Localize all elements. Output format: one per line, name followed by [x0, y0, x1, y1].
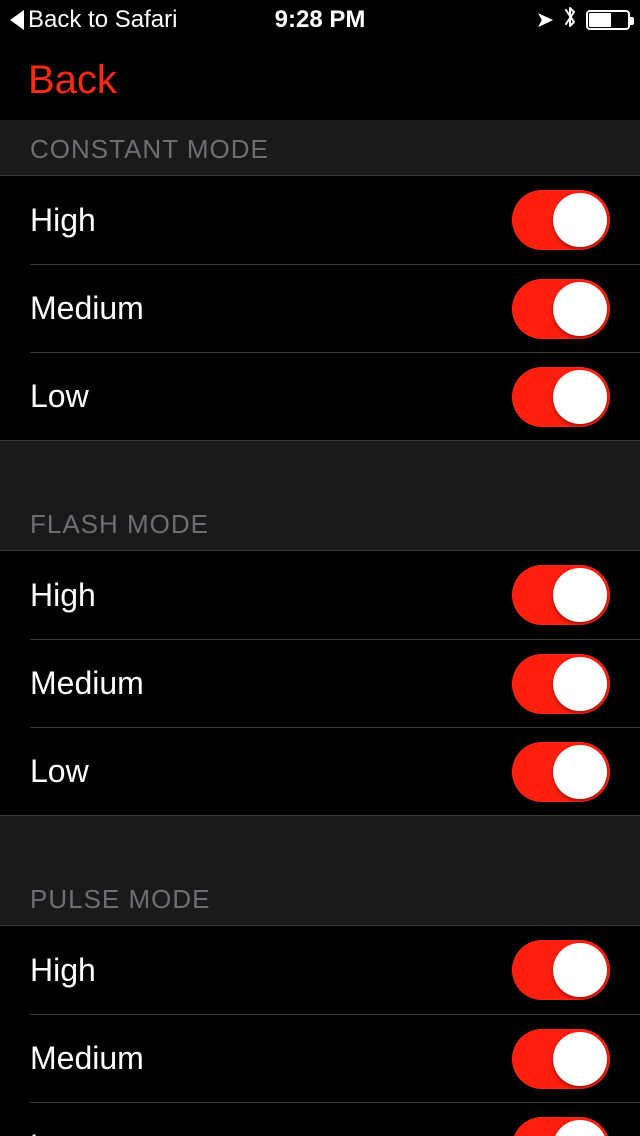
row-label: Medium [30, 290, 144, 327]
row-label: High [30, 952, 96, 989]
section-title: FLASH MODE [30, 509, 209, 539]
row-constant-high[interactable]: High [0, 176, 640, 264]
bluetooth-icon [562, 4, 578, 37]
toggle-knob [553, 943, 607, 997]
toggle-switch[interactable] [512, 1029, 610, 1089]
section-title: PULSE MODE [30, 884, 211, 914]
section-header-flash-mode: FLASH MODE [0, 441, 640, 551]
back-button[interactable]: Back [28, 58, 117, 103]
battery-icon [586, 10, 630, 30]
row-constant-low[interactable]: Low [30, 352, 640, 440]
row-pulse-medium[interactable]: Medium [30, 1014, 640, 1102]
location-icon: ➤ [536, 7, 554, 33]
row-flash-medium[interactable]: Medium [30, 639, 640, 727]
row-pulse-low[interactable]: Low [30, 1102, 640, 1136]
toggle-switch[interactable] [512, 190, 610, 250]
toggle-knob [553, 568, 607, 622]
section-rows-constant-mode: High Medium Low [0, 176, 640, 441]
section-rows-pulse-mode: High Medium Low [0, 926, 640, 1136]
toggle-knob [553, 282, 607, 336]
row-constant-medium[interactable]: Medium [30, 264, 640, 352]
toggle-switch[interactable] [512, 565, 610, 625]
back-button-label: Back [28, 58, 117, 102]
section-rows-flash-mode: High Medium Low [0, 551, 640, 816]
toggle-switch[interactable] [512, 742, 610, 802]
toggle-switch[interactable] [512, 279, 610, 339]
toggle-knob [553, 657, 607, 711]
row-flash-high[interactable]: High [0, 551, 640, 639]
row-label: High [30, 202, 96, 239]
row-label: Medium [30, 1040, 144, 1077]
row-label: High [30, 577, 96, 614]
toggle-knob [553, 745, 607, 799]
row-label: Low [30, 753, 89, 790]
row-label: Low [30, 1128, 89, 1136]
status-right: ➤ [536, 4, 630, 37]
toggle-knob [553, 370, 607, 424]
toggle-switch[interactable] [512, 1117, 610, 1136]
status-bar: Back to Safari 9:28 PM ➤ [0, 0, 640, 40]
toggle-switch[interactable] [512, 367, 610, 427]
toggle-knob [553, 193, 607, 247]
back-to-app[interactable]: Back to Safari [10, 6, 177, 34]
row-label: Low [30, 378, 89, 415]
back-to-app-label: Back to Safari [28, 6, 177, 34]
section-header-pulse-mode: PULSE MODE [0, 816, 640, 926]
nav-bar: Back [0, 40, 640, 120]
toggle-switch[interactable] [512, 940, 610, 1000]
section-header-constant-mode: CONSTANT MODE [0, 120, 640, 176]
row-pulse-high[interactable]: High [0, 926, 640, 1014]
toggle-knob [553, 1120, 607, 1136]
toggle-switch[interactable] [512, 654, 610, 714]
back-chevron-icon [10, 10, 24, 30]
toggle-knob [553, 1032, 607, 1086]
row-flash-low[interactable]: Low [30, 727, 640, 815]
row-label: Medium [30, 665, 144, 702]
section-title: CONSTANT MODE [30, 134, 269, 164]
